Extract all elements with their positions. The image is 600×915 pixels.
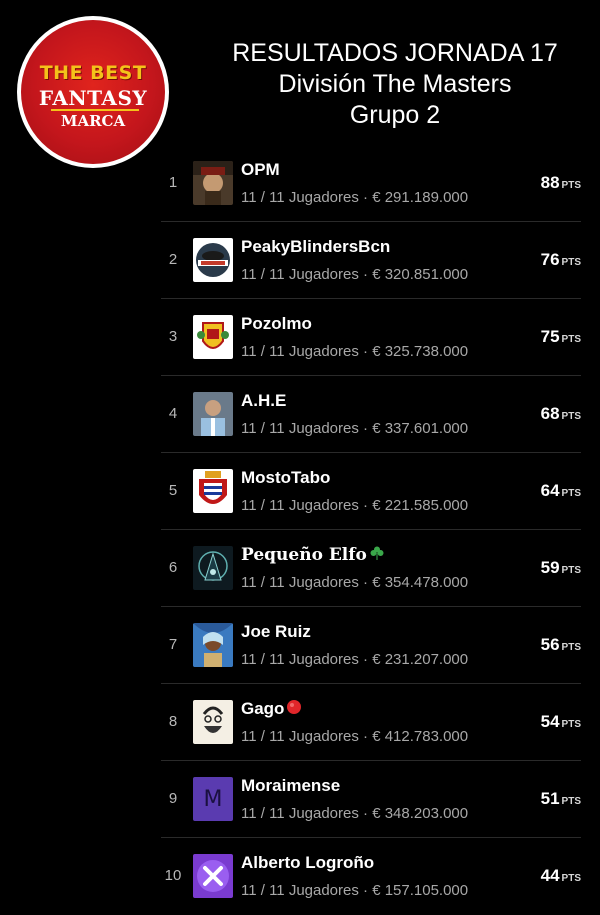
points-value: 44 bbox=[540, 866, 560, 885]
red-circle-icon bbox=[286, 699, 302, 720]
standings-row[interactable]: 6 Pequeño Elfo 11 / 11 Jugadores · € 354… bbox=[161, 530, 581, 607]
team-detail: 11 / 11 Jugadores · € 412.783.000 bbox=[241, 728, 469, 745]
points-value: 51 bbox=[540, 789, 560, 808]
standings-list: 1 OPM 11 / 11 Jugadores · € 291.189.000 … bbox=[161, 145, 581, 915]
logo-text-the-best: THE BEST bbox=[39, 62, 147, 84]
rank-number: 5 bbox=[168, 482, 178, 499]
rank-number: 3 bbox=[168, 328, 178, 345]
shamrock-icon bbox=[369, 545, 385, 566]
painted-portrait-avatar-icon bbox=[193, 623, 233, 667]
team-name[interactable]: Moraimense bbox=[241, 776, 340, 796]
sketch-face-avatar-icon bbox=[193, 700, 233, 744]
team-points: 88 PTS bbox=[541, 173, 581, 193]
standings-row[interactable]: 1 OPM 11 / 11 Jugadores · € 291.189.000 … bbox=[161, 145, 581, 222]
points-value: 76 bbox=[540, 250, 560, 269]
logo-divider bbox=[51, 109, 139, 111]
points-unit: PTS bbox=[561, 257, 581, 268]
team-detail: 11 / 11 Jugadores · € 354.478.000 bbox=[241, 574, 469, 591]
points-value: 75 bbox=[540, 327, 560, 346]
team-detail: 11 / 11 Jugadores · € 320.851.000 bbox=[241, 266, 469, 283]
team-points: 68 PTS bbox=[541, 404, 581, 424]
team-points: 76 PTS bbox=[541, 250, 581, 270]
logo-text-marca: MARCA bbox=[60, 112, 126, 130]
letter-m-avatar-icon: M bbox=[193, 777, 233, 821]
team-name[interactable]: MostoTabo bbox=[241, 468, 330, 488]
rank-number: 7 bbox=[168, 636, 178, 653]
team-points: 56 PTS bbox=[541, 635, 581, 655]
team-points: 59 PTS bbox=[541, 558, 581, 578]
points-value: 68 bbox=[540, 404, 560, 423]
purple-x-avatar-icon bbox=[193, 854, 233, 898]
team-detail: 11 / 11 Jugadores · € 348.203.000 bbox=[241, 805, 469, 822]
title-line-jornada: RESULTADOS JORNADA 17 bbox=[232, 39, 558, 67]
points-unit: PTS bbox=[561, 642, 581, 653]
points-value: 59 bbox=[540, 558, 560, 577]
coat-of-arms-avatar-icon bbox=[193, 315, 233, 359]
elf-avatar-icon bbox=[193, 546, 233, 590]
title-line-division: División The Masters bbox=[278, 70, 512, 98]
team-name[interactable]: Joe Ruiz bbox=[241, 622, 311, 642]
team-name[interactable]: Pozolmo bbox=[241, 314, 312, 334]
rank-number: 6 bbox=[168, 559, 178, 576]
standings-row[interactable]: 7 Joe Ruiz 11 / 11 Jugadores · € 231.207… bbox=[161, 607, 581, 684]
team-points: 51 PTS bbox=[541, 789, 581, 809]
team-name[interactable]: OPM bbox=[241, 160, 280, 180]
shield-crest-avatar-icon bbox=[193, 469, 233, 513]
rank-number: 1 bbox=[168, 174, 178, 191]
rank-number: 4 bbox=[168, 405, 178, 422]
points-value: 54 bbox=[540, 712, 560, 731]
points-value: 64 bbox=[540, 481, 560, 500]
standings-row[interactable]: 9 M Moraimense 11 / 11 Jugadores · € 348… bbox=[161, 761, 581, 838]
team-name[interactable]: Alberto Logroño bbox=[241, 853, 374, 873]
team-detail: 11 / 11 Jugadores · € 157.105.000 bbox=[241, 882, 469, 899]
points-unit: PTS bbox=[561, 411, 581, 422]
points-unit: PTS bbox=[561, 796, 581, 807]
points-unit: PTS bbox=[561, 334, 581, 345]
rank-number: 9 bbox=[168, 790, 178, 807]
standings-row[interactable]: 3 Pozolmo 11 / 11 Jugadores · € 325.738.… bbox=[161, 299, 581, 376]
team-detail: 11 / 11 Jugadores · € 337.601.000 bbox=[241, 420, 469, 437]
team-name[interactable]: Pequeño Elfo bbox=[241, 545, 385, 566]
pirate-avatar-icon bbox=[193, 161, 233, 205]
rank-number: 10 bbox=[164, 867, 182, 884]
team-detail: 11 / 11 Jugadores · € 325.738.000 bbox=[241, 343, 469, 360]
page-title: RESULTADOS JORNADA 17 División The Maste… bbox=[190, 38, 600, 131]
points-unit: PTS bbox=[561, 180, 581, 191]
points-value: 88 bbox=[540, 173, 560, 192]
points-unit: PTS bbox=[561, 873, 581, 884]
points-value: 56 bbox=[540, 635, 560, 654]
title-line-grupo: Grupo 2 bbox=[349, 101, 441, 129]
player-photo-avatar-icon bbox=[193, 392, 233, 436]
team-name[interactable]: A.H.E bbox=[241, 391, 286, 411]
logo-text-fantasy: FANTASY bbox=[38, 86, 148, 110]
standings-row[interactable]: 8 Gago 11 / 11 Jugadores · € 412.783.000… bbox=[161, 684, 581, 761]
team-points: 75 PTS bbox=[541, 327, 581, 347]
points-unit: PTS bbox=[561, 719, 581, 730]
team-points: 64 PTS bbox=[541, 481, 581, 501]
avatar-letter: M bbox=[203, 786, 223, 812]
points-unit: PTS bbox=[561, 565, 581, 576]
team-detail: 11 / 11 Jugadores · € 221.585.000 bbox=[241, 497, 469, 514]
standings-row[interactable]: 5 MostoTabo 11 / 11 Jugadores · € 221.58… bbox=[161, 453, 581, 530]
team-name[interactable]: Gago bbox=[241, 699, 302, 720]
standings-row[interactable]: 4 A.H.E 11 / 11 Jugadores · € 337.601.00… bbox=[161, 376, 581, 453]
the-best-fantasy-logo: THE BEST FANTASY MARCA bbox=[17, 16, 169, 168]
team-points: 54 PTS bbox=[541, 712, 581, 732]
team-detail: 11 / 11 Jugadores · € 231.207.000 bbox=[241, 651, 469, 668]
team-detail: 11 / 11 Jugadores · € 291.189.000 bbox=[241, 189, 469, 206]
standings-row[interactable]: 10 Alberto Logroño 11 / 11 Jugadores · €… bbox=[161, 838, 581, 915]
rank-number: 2 bbox=[168, 251, 178, 268]
rank-number: 8 bbox=[168, 713, 178, 730]
points-unit: PTS bbox=[561, 488, 581, 499]
peaky-blinders-avatar-icon bbox=[193, 238, 233, 282]
team-name[interactable]: PeakyBlindersBcn bbox=[241, 237, 390, 257]
team-points: 44 PTS bbox=[541, 866, 581, 886]
standings-row[interactable]: 2 PeakyBlindersBcn 11 / 11 Jugadores · €… bbox=[161, 222, 581, 299]
